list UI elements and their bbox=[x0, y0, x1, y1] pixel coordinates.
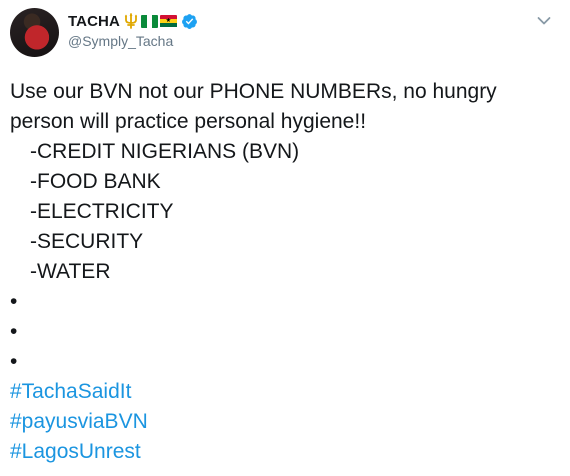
hashtag-link[interactable]: #LagosUnrest bbox=[10, 437, 560, 467]
display-name[interactable]: TACHA bbox=[68, 13, 120, 30]
chevron-down-icon[interactable] bbox=[535, 12, 553, 30]
list-item: -FOOD BANK bbox=[30, 170, 161, 193]
tweet-text: Use our BVN not our PHONE NUMBERs, no hu… bbox=[10, 77, 560, 467]
list-item: -ELECTRICITY bbox=[30, 200, 174, 223]
tweet-line: Use our BVN not our PHONE NUMBERs, no hu… bbox=[10, 80, 497, 103]
list-item: -CREDIT NIGERIANS (BVN) bbox=[30, 140, 300, 163]
nigeria-flag-icon bbox=[140, 14, 158, 28]
hashtag-link[interactable]: #payusviaBVN bbox=[10, 407, 560, 437]
tweet-line: person will practice personal hygiene!! bbox=[10, 110, 367, 133]
tweet-card: TACHA @Symply_Tacha Use our BVN not our … bbox=[0, 0, 570, 476]
bullet-point: • bbox=[10, 290, 18, 313]
hashtag-link[interactable]: #TachaSaidIt bbox=[10, 377, 560, 407]
trident-icon bbox=[123, 13, 139, 29]
bullet-point: • bbox=[10, 320, 18, 343]
avatar[interactable] bbox=[10, 8, 59, 57]
ghana-flag-icon bbox=[159, 14, 177, 28]
list-item: -SECURITY bbox=[30, 230, 144, 253]
verified-badge-icon bbox=[181, 13, 198, 30]
user-handle[interactable]: @Symply_Tacha bbox=[68, 33, 173, 49]
list-item: -WATER bbox=[30, 260, 111, 283]
author-name-row: TACHA bbox=[68, 11, 198, 31]
bullet-point: • bbox=[10, 350, 18, 373]
